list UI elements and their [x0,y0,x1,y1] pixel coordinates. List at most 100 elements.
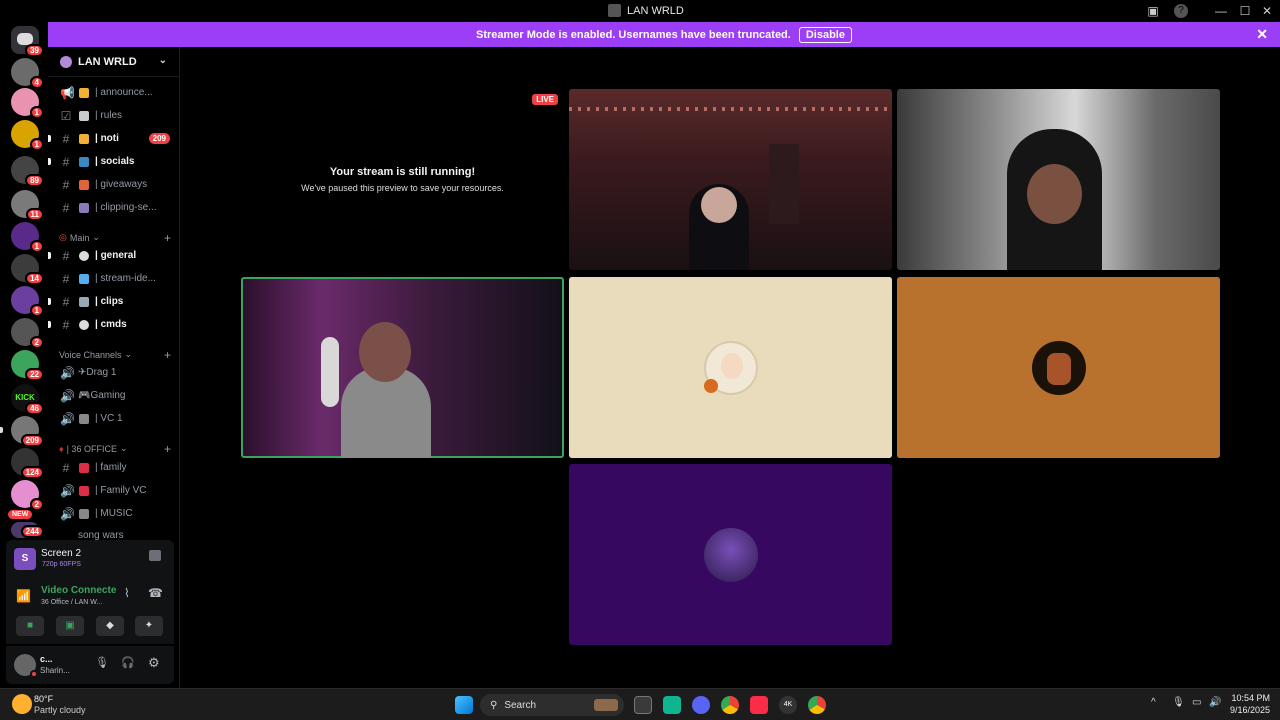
discord-icon[interactable] [692,696,710,714]
microphone-icon[interactable]: 🎙 [1172,697,1185,708]
server-name: LAN WRLD [78,55,137,68]
camera-button[interactable]: ■ [16,616,44,636]
channel-item[interactable]: ☑ | rules [48,105,179,126]
participant-avatar-tile[interactable] [569,464,892,645]
server-icon[interactable]: 1 [11,222,44,253]
voice-channel-item[interactable]: 🔊 🎮Gaming [48,385,179,406]
server-icon[interactable]: 89 [11,156,44,187]
chevron-up-icon[interactable]: ^ [1151,697,1156,708]
chrome-icon[interactable] [808,696,826,714]
maximize-button[interactable]: ☐ [1236,3,1254,19]
badge: 1 [29,106,44,119]
signal-icon: 📶 [16,589,31,603]
home-discord-icon[interactable]: 39 [11,26,44,57]
participant-avatar-tile[interactable] [569,277,892,458]
channel-name: | rules [95,110,123,121]
category-voice[interactable]: Voice Channels ⌄ + [59,348,171,362]
app-icon[interactable] [663,696,681,714]
close-window-button[interactable]: ✕ [1258,3,1276,19]
channel-item[interactable]: # | family [48,457,179,478]
stop-stream-icon[interactable] [149,550,161,561]
kick-server-icon[interactable]: KICK 46 [11,384,44,415]
user-status: Sharin... [40,666,70,675]
voice-channel-item[interactable]: 🔊 | Family VC [48,480,179,501]
office-emoji-icon: ♦ [59,443,64,454]
disable-streamer-mode-button[interactable]: Disable [798,26,852,43]
clock-date[interactable]: 9/16/2025 [1220,705,1270,715]
voice-channel-item[interactable]: 🔊 | MUSIC [48,503,179,524]
channel-item[interactable]: # | noti 209 [48,128,179,149]
server-icon[interactable]: 2 [11,318,44,349]
server-icon[interactable]: 1 [11,88,44,119]
activities-button[interactable]: ◆ [96,616,124,636]
participant-video-tile-speaking[interactable] [241,277,564,458]
server-boost-icon [60,55,72,68]
voice-location[interactable]: 36 Office / LAN W... [41,599,102,606]
screen-share-icon[interactable]: ▣ [1144,3,1162,19]
screen-title: Screen 2 [41,548,82,559]
server-header[interactable]: LAN WRLD ⌄ [48,47,179,77]
voice-channel-item[interactable]: 🔊 | VC 1 [48,408,179,429]
taskbar-search[interactable]: ⚲ Search [480,694,624,716]
category-main[interactable]: ◎ Main ⌄ + [59,231,171,245]
gear-icon[interactable]: ⚙ [148,655,160,671]
add-channel-icon[interactable]: + [164,348,171,362]
server-icon[interactable]: 124 [11,448,44,479]
network-icon[interactable]: ▭ [1192,697,1201,708]
server-icon[interactable]: 14 [11,254,44,285]
participant-video-tile[interactable] [569,89,892,270]
title-bar: LAN WRLD ▣ ? — ☐ ✕ [0,0,1280,22]
channel-item[interactable]: # | general [48,245,179,266]
channel-item[interactable]: # | cmds [48,314,179,335]
close-icon[interactable]: ✕ [1256,26,1268,43]
microphone-icon[interactable]: 🎙 [95,656,109,669]
start-button[interactable] [455,696,473,714]
film-emoji-icon [79,296,89,307]
help-icon[interactable]: ? [1174,4,1188,18]
screen-avatar: S [14,548,36,570]
add-channel-icon[interactable]: + [164,231,171,245]
badge: 14 [25,272,44,285]
hammer-emoji-icon [79,413,89,424]
music-icon[interactable] [750,696,768,714]
4k-app-icon[interactable]: 4K [779,696,797,714]
server-icon[interactable]: 4 [11,58,44,89]
user-panel: c... Sharin... 🎙 🎧 ⚙ [6,646,174,684]
channel-name: | clipping-se... [95,202,157,213]
participant-avatar-tile[interactable] [897,277,1220,458]
screen-share-button[interactable]: ▣ [56,616,84,636]
server-icon[interactable]: 1 [11,286,44,317]
category-office[interactable]: ♦ | 36 OFFICE ⌄ + [59,442,171,456]
voice-status[interactable]: Video Connecte [41,585,116,596]
avatar[interactable] [14,654,38,678]
server-icon[interactable]: 244 [11,522,44,538]
hash-icon: # [62,317,70,332]
noise-suppression-icon[interactable]: ⌇ [124,586,130,600]
server-icon[interactable]: 22 [11,350,44,381]
hash-icon: # [62,177,70,192]
disconnect-icon[interactable]: ☎ [148,586,163,600]
channel-item[interactable]: # | clipping-se... [48,197,179,218]
own-stream-tile[interactable]: LIVE Your stream is still running! We've… [241,89,564,270]
add-channel-icon[interactable]: + [164,442,171,456]
channel-item[interactable]: # | socials [48,151,179,172]
server-icon[interactable]: 11 [11,190,44,221]
server-icon[interactable]: 209 [0,416,44,447]
channel-item[interactable]: # | clips [48,291,179,312]
headphones-icon[interactable]: 🎧 [121,656,135,669]
voice-channel-item[interactable]: 🔊 ✈Drag 1 [48,362,179,383]
task-view-icon[interactable] [634,696,652,714]
megaphone-icon: 📢 [60,85,75,100]
soundboard-button[interactable]: ✦ [135,616,163,636]
channel-item[interactable]: # | giveaways [48,174,179,195]
server-icon[interactable]: 2 [11,480,44,511]
server-icon[interactable]: 1 [11,120,44,151]
badge: 1 [29,138,44,151]
clock-time[interactable]: 10:54 PM [1225,693,1270,703]
channel-item[interactable]: # | stream-ide... [48,268,179,289]
minimize-button[interactable]: — [1212,3,1230,19]
participant-video-tile[interactable] [897,89,1220,270]
channel-item[interactable]: 📢 | announce... [48,82,179,103]
chrome-icon[interactable] [721,696,739,714]
weather-icon[interactable] [12,694,32,714]
